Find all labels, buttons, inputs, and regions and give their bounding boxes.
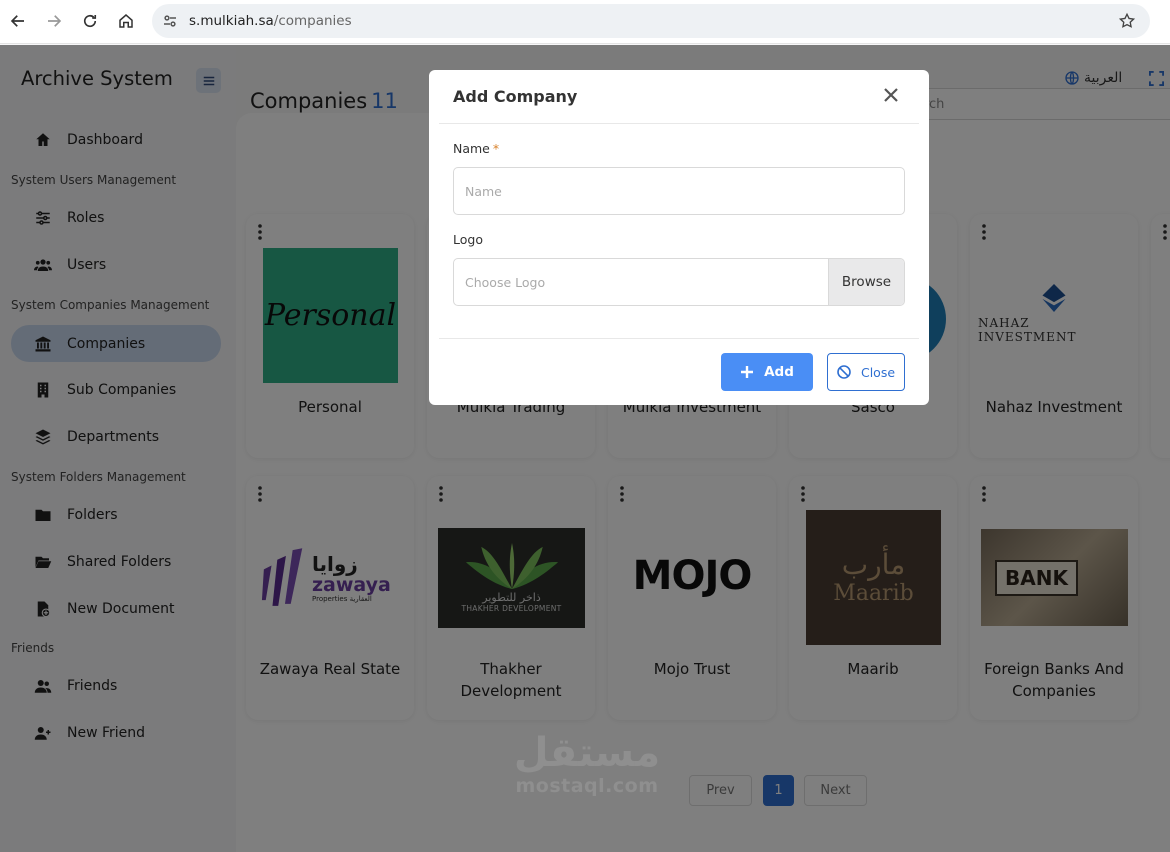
- address-bar[interactable]: s.mulkiah.sa/companies: [152, 4, 1150, 38]
- close-button[interactable]: Close: [827, 353, 905, 391]
- back-icon[interactable]: [0, 3, 36, 39]
- home-icon[interactable]: [108, 3, 144, 39]
- modal-title: Add Company: [453, 87, 578, 106]
- add-company-modal: Add Company Name* Logo Choose Logo Brows…: [429, 70, 929, 405]
- name-label: Name *: [453, 141, 499, 156]
- browser-toolbar: s.mulkiah.sa/companies: [0, 0, 1170, 44]
- watermark-latin: mostaql.com: [515, 775, 659, 797]
- watermark-arabic: مستقل: [513, 730, 661, 776]
- logo-file-placeholder: Choose Logo: [465, 274, 546, 290]
- add-button-label: Add: [764, 364, 794, 380]
- plus-icon: [741, 366, 754, 378]
- site-settings-icon[interactable]: [161, 12, 179, 30]
- browse-button[interactable]: Browse: [828, 259, 904, 305]
- reload-icon[interactable]: [72, 3, 108, 39]
- ban-icon: [837, 365, 851, 379]
- name-input[interactable]: [453, 167, 905, 215]
- add-button[interactable]: Add: [721, 353, 813, 391]
- watermark: مستقل mostaql.com: [512, 731, 662, 797]
- modal-footer-divider: [439, 338, 919, 339]
- logo-label: Logo: [453, 232, 483, 247]
- close-button-label: Close: [860, 364, 896, 380]
- modal-header-divider: [439, 123, 919, 124]
- bookmark-star-icon[interactable]: [1118, 12, 1136, 30]
- forward-icon[interactable]: [36, 3, 72, 39]
- close-icon[interactable]: [881, 85, 901, 105]
- required-mark: *: [492, 141, 500, 156]
- url-text: s.mulkiah.sa/companies: [189, 13, 352, 29]
- name-label-text: Name: [453, 141, 490, 156]
- url-host: s.mulkiah.sa: [189, 13, 274, 29]
- logo-file-input[interactable]: Choose Logo Browse: [453, 258, 905, 306]
- url-path: /companies: [273, 13, 352, 29]
